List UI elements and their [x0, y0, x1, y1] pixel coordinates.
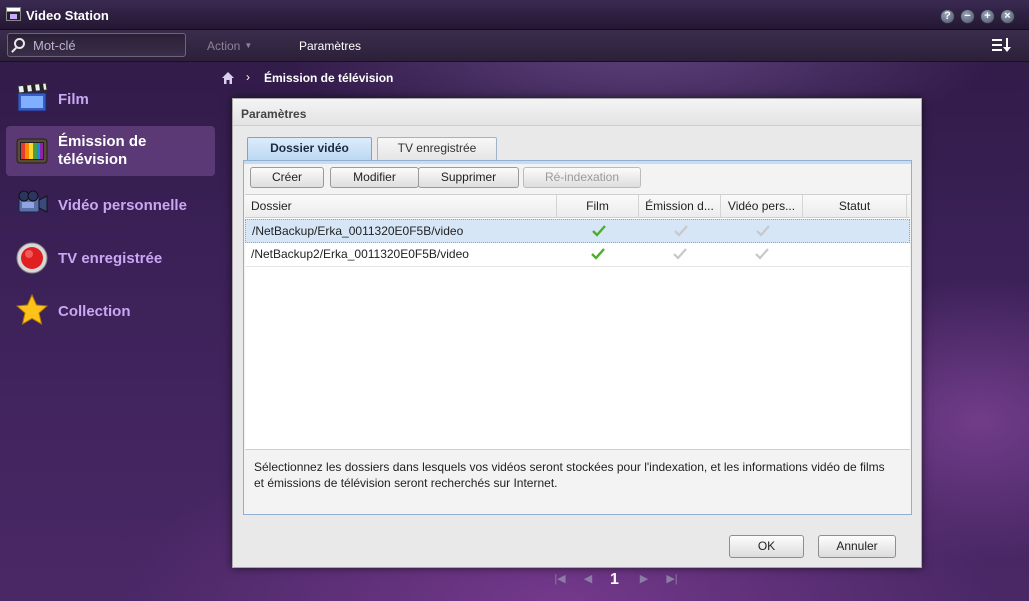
sidebar-item-film[interactable]: Film [6, 75, 215, 125]
pager: |◀ ◀ 1 ▶ ▶| [550, 571, 690, 591]
search-icon [14, 38, 25, 49]
sidebar-item-label: TV enregistrée [58, 250, 163, 267]
sidebar-item-label: Film [58, 91, 89, 108]
first-page-icon[interactable]: |◀ [550, 572, 570, 588]
action-menu-button[interactable]: Action ▼ [207, 39, 252, 53]
star-icon [16, 294, 48, 326]
sidebar-item-tv-shows[interactable]: Émission de télévision [6, 126, 215, 176]
search-input[interactable] [33, 36, 183, 54]
tab-video-folder[interactable]: Dossier vidéo [247, 137, 372, 161]
toolbar: Action▼ Paramètres [0, 30, 1029, 62]
maximize-icon[interactable]: + [980, 9, 995, 24]
home-icon[interactable] [221, 71, 235, 85]
status-text [806, 220, 812, 242]
help-text: Sélectionnez les dossiers dans lesquels … [254, 460, 885, 490]
checkmark-icon [673, 248, 687, 260]
column-header-status[interactable]: Statut [803, 195, 907, 217]
page-number: 1 [610, 571, 619, 588]
column-header-film[interactable]: Film [557, 195, 639, 217]
breadcrumb-separator: › [246, 70, 250, 84]
create-button[interactable]: Créer [250, 167, 324, 188]
table-row[interactable]: /NetBackup2/Erka_0011320E0F5B/video [245, 243, 910, 267]
dialog-title-bar: Paramètres [233, 99, 921, 126]
folder-path: /NetBackup2/Erka_0011320E0F5B/video [251, 247, 469, 261]
checkmark-icon [591, 248, 605, 260]
previous-page-icon[interactable]: ◀ [578, 572, 598, 588]
table-row[interactable]: /NetBackup/Erka_0011320E0F5B/video [245, 219, 910, 243]
sidebar: Film Émission de télévision Vidéo person… [0, 63, 215, 601]
sidebar-item-personal-video[interactable]: Vidéo personnelle [6, 180, 215, 230]
sidebar-item-recorded-tv[interactable]: TV enregistrée [6, 233, 215, 283]
delete-button[interactable]: Supprimer [418, 167, 519, 188]
tab-panel: Créer Modifier Supprimer Ré-indexation D… [243, 160, 912, 515]
column-header-tv[interactable]: Émission d... [639, 195, 721, 217]
checkmark-icon [592, 225, 606, 237]
close-icon[interactable]: × [1000, 9, 1015, 24]
folder-table: Dossier Film Émission d... Vidéo pers...… [245, 194, 910, 450]
cancel-button[interactable]: Annuler [818, 535, 896, 558]
breadcrumb-current: Émission de télévision [264, 71, 394, 85]
search-box[interactable] [7, 33, 186, 57]
camcorder-icon [18, 190, 48, 213]
settings-button[interactable]: Paramètres [299, 39, 361, 53]
dialog-title: Paramètres [241, 107, 307, 121]
panel-divider [244, 161, 911, 164]
minimize-icon[interactable]: − [960, 9, 975, 24]
app-title: Video Station [26, 8, 109, 23]
help-icon[interactable]: ? [940, 9, 955, 24]
chevron-down-icon: ▼ [244, 41, 253, 50]
checkmark-icon [755, 248, 769, 260]
ok-button[interactable]: OK [729, 535, 804, 558]
sidebar-item-label: Vidéo personnelle [58, 197, 187, 214]
settings-dialog: Paramètres Dossier vidéo TV enregistrée … [232, 98, 922, 568]
clapperboard-icon [17, 82, 48, 112]
action-menu-label: Action [207, 39, 241, 53]
next-page-icon[interactable]: ▶ [634, 572, 654, 588]
sidebar-item-collection[interactable]: Collection [6, 286, 215, 336]
sidebar-item-label-line1: Émission de [58, 133, 147, 150]
last-page-icon[interactable]: ▶| [662, 572, 682, 588]
folder-path: /NetBackup/Erka_0011320E0F5B/video [252, 224, 464, 238]
title-bar: Video Station ? − + × [0, 0, 1029, 30]
sort-icon[interactable] [992, 38, 1012, 52]
reindex-button[interactable]: Ré-indexation [523, 167, 641, 188]
sidebar-item-label: Collection [58, 303, 131, 320]
table-header: Dossier Film Émission d... Vidéo pers...… [245, 195, 910, 218]
tv-icon [16, 138, 48, 164]
checkmark-icon [756, 225, 770, 237]
tab-recorded-tv[interactable]: TV enregistrée [377, 137, 497, 160]
modify-button[interactable]: Modifier [330, 167, 419, 188]
sidebar-item-label-line2: télévision [58, 151, 128, 168]
column-header-folder[interactable]: Dossier [245, 195, 557, 217]
video-station-logo-icon [6, 7, 21, 21]
status-text [805, 243, 811, 265]
record-icon [16, 242, 48, 274]
column-header-personal[interactable]: Vidéo pers... [721, 195, 803, 217]
checkmark-icon [674, 225, 688, 237]
